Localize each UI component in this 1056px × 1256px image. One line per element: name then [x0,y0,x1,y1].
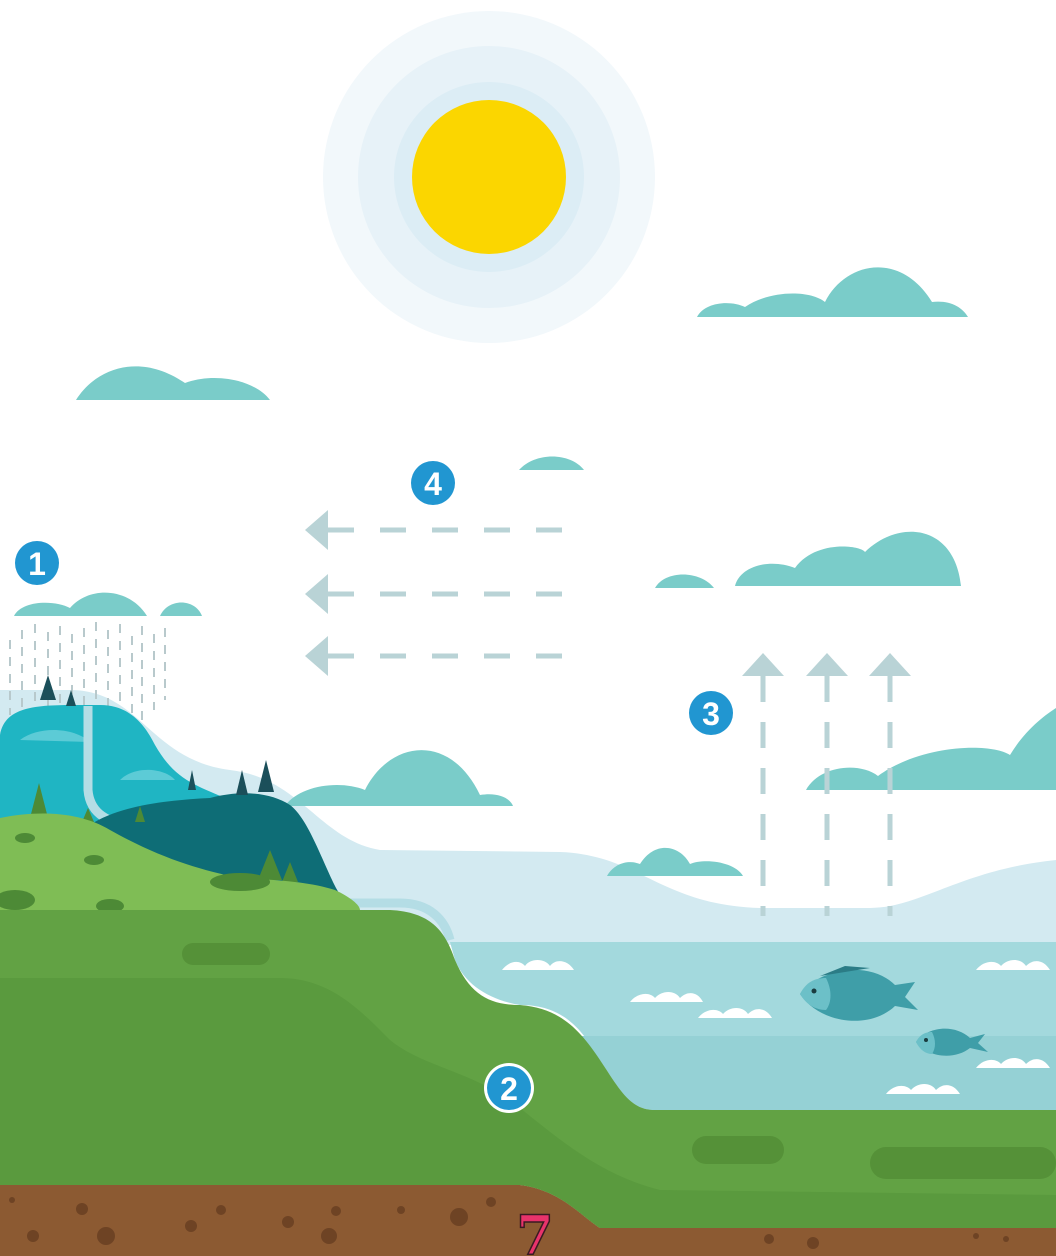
arrow-icon [305,510,570,550]
badge-evaporation-label: 3 [702,696,720,732]
cloud-icon [607,847,743,876]
badge-wind-label: 4 [424,466,442,502]
badge-rain: 1 [12,538,62,588]
cloud-icon [285,750,513,806]
cloud-icon [160,602,202,616]
cloud-icon [519,456,584,470]
wind-arrows [305,510,570,676]
water-cycle-scene: 1 2 3 4 7 [0,11,1056,1256]
sun-icon [323,11,655,343]
badge-evaporation: 3 [686,688,736,738]
arrow-icon [742,653,784,916]
cloud-icon [655,574,714,588]
soil-marker-label: 7 [516,1203,554,1256]
badge-groundwater-label: 2 [500,1071,518,1107]
cloud-icon [697,267,968,317]
water-cycle-diagram: 1 2 3 4 7 [0,0,1056,1256]
cloud-icon [76,366,270,400]
arrow-icon [305,636,570,676]
cloud-icon [14,592,147,616]
cloud-icon [735,531,961,586]
arrow-icon [305,574,570,614]
badge-groundwater: 2 [484,1063,534,1113]
cloud-icon [806,708,1056,790]
badge-rain-label: 1 [28,546,46,582]
badge-wind: 4 [408,458,458,508]
